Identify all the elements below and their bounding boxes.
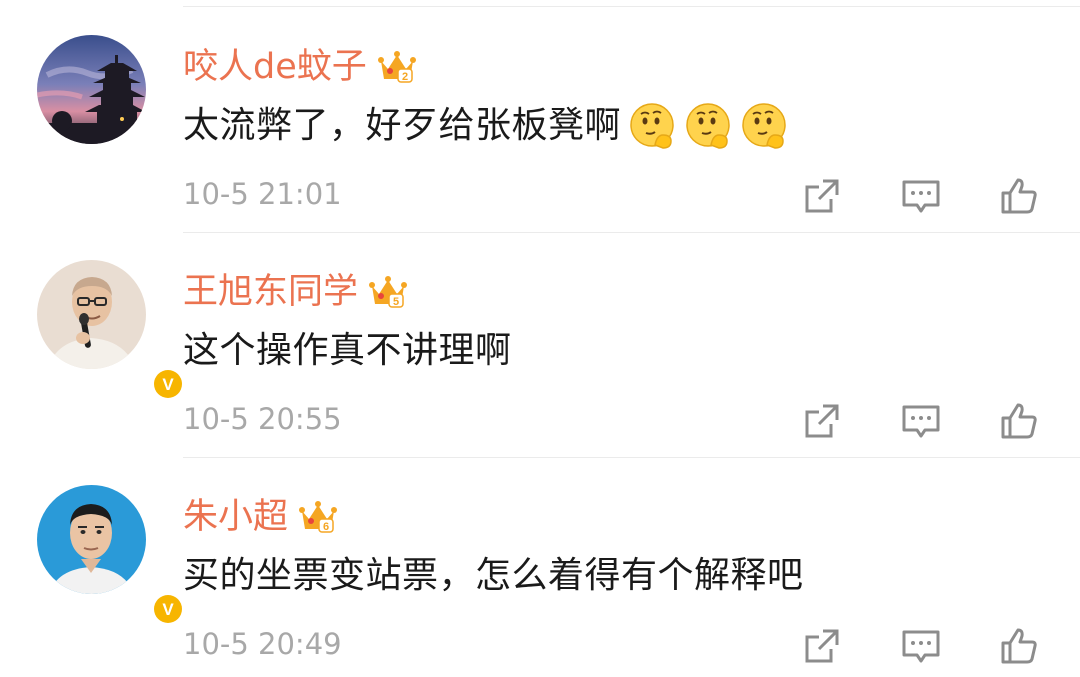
comment-content: 这个操作真不讲理啊 [183, 327, 512, 375]
share-button[interactable] [800, 174, 844, 218]
avatar[interactable]: V [37, 485, 185, 626]
share-icon [805, 404, 839, 438]
comment-text: 买的坐票变站票，怎么着得有个解释吧 [183, 555, 804, 596]
thinking-emoji [742, 103, 786, 149]
timestamp: 10-5 20:55 [183, 402, 342, 436]
verified-badge: V [151, 592, 185, 626]
comment-meta: 10-5 20:55 [183, 399, 342, 439]
comment-meta: 10-5 20:49 [183, 624, 342, 664]
verified-icon: V [154, 595, 182, 623]
man-blue-background-avatar [37, 485, 146, 594]
reply-button[interactable] [899, 174, 943, 218]
like-button[interactable] [997, 624, 1041, 668]
share-icon [805, 629, 839, 663]
pagoda-sunset-avatar [37, 35, 146, 144]
verified-icon: V [154, 370, 182, 398]
reply-button[interactable] [899, 399, 943, 443]
thumbs-up-icon [1001, 628, 1037, 664]
username[interactable]: 咬人de蚊子 [183, 44, 367, 90]
username-row: 朱小超 6 [183, 494, 338, 540]
share-button[interactable] [800, 624, 844, 668]
username-row: 王旭东同学 5 [183, 269, 408, 315]
man-with-microphone-avatar [37, 260, 146, 369]
share-button[interactable] [800, 399, 844, 443]
comment-text: 太流弊了，好歹给张板凳啊 [183, 105, 622, 146]
crown-level: 2 [402, 71, 408, 83]
crown-badge-icon: 5 [369, 276, 408, 308]
avatar[interactable] [37, 35, 146, 144]
thumbs-up-icon [1001, 178, 1037, 214]
comment-list: 咬人de蚊子 2 太流弊了，好歹给张板凳啊 10-5 21:01 V 王旭东同学… [0, 0, 1080, 677]
svg-text:V: V [162, 600, 174, 619]
comment-item: V 王旭东同学 5 这个操作真不讲理啊 10-5 20:55 [0, 233, 1080, 458]
username-row: 咬人de蚊子 2 [183, 44, 417, 90]
thinking-emoji [630, 103, 674, 149]
crown-level: 6 [323, 521, 329, 533]
comment-item: V 朱小超 6 买的坐票变站票，怎么着得有个解释吧 10-5 20:49 [0, 458, 1080, 677]
like-button[interactable] [997, 174, 1041, 218]
username[interactable]: 王旭东同学 [183, 269, 358, 315]
timestamp: 10-5 20:49 [183, 627, 342, 661]
crown-level: 5 [393, 296, 399, 308]
comment-content: 太流弊了，好歹给张板凳啊 [183, 102, 789, 150]
divider [183, 6, 1080, 7]
reply-button[interactable] [899, 624, 943, 668]
comment-item: 咬人de蚊子 2 太流弊了，好歹给张板凳啊 10-5 21:01 [0, 8, 1080, 233]
verified-badge: V [151, 367, 185, 401]
comment-meta: 10-5 21:01 [183, 174, 342, 214]
svg-text:V: V [162, 375, 174, 394]
share-icon [805, 179, 839, 213]
username[interactable]: 朱小超 [183, 494, 288, 540]
comment-text: 这个操作真不讲理啊 [183, 330, 512, 371]
thumbs-up-icon [1001, 403, 1037, 439]
avatar[interactable]: V [37, 260, 185, 401]
comment-content: 买的坐票变站票，怎么着得有个解释吧 [183, 552, 804, 600]
like-button[interactable] [997, 399, 1041, 443]
comment-icon [902, 405, 940, 438]
crown-badge-icon: 2 [377, 51, 416, 83]
thinking-emoji [686, 103, 730, 149]
timestamp: 10-5 21:01 [183, 177, 342, 211]
crown-badge-icon: 6 [299, 501, 338, 533]
comment-icon [902, 630, 940, 663]
comment-icon [902, 180, 940, 213]
